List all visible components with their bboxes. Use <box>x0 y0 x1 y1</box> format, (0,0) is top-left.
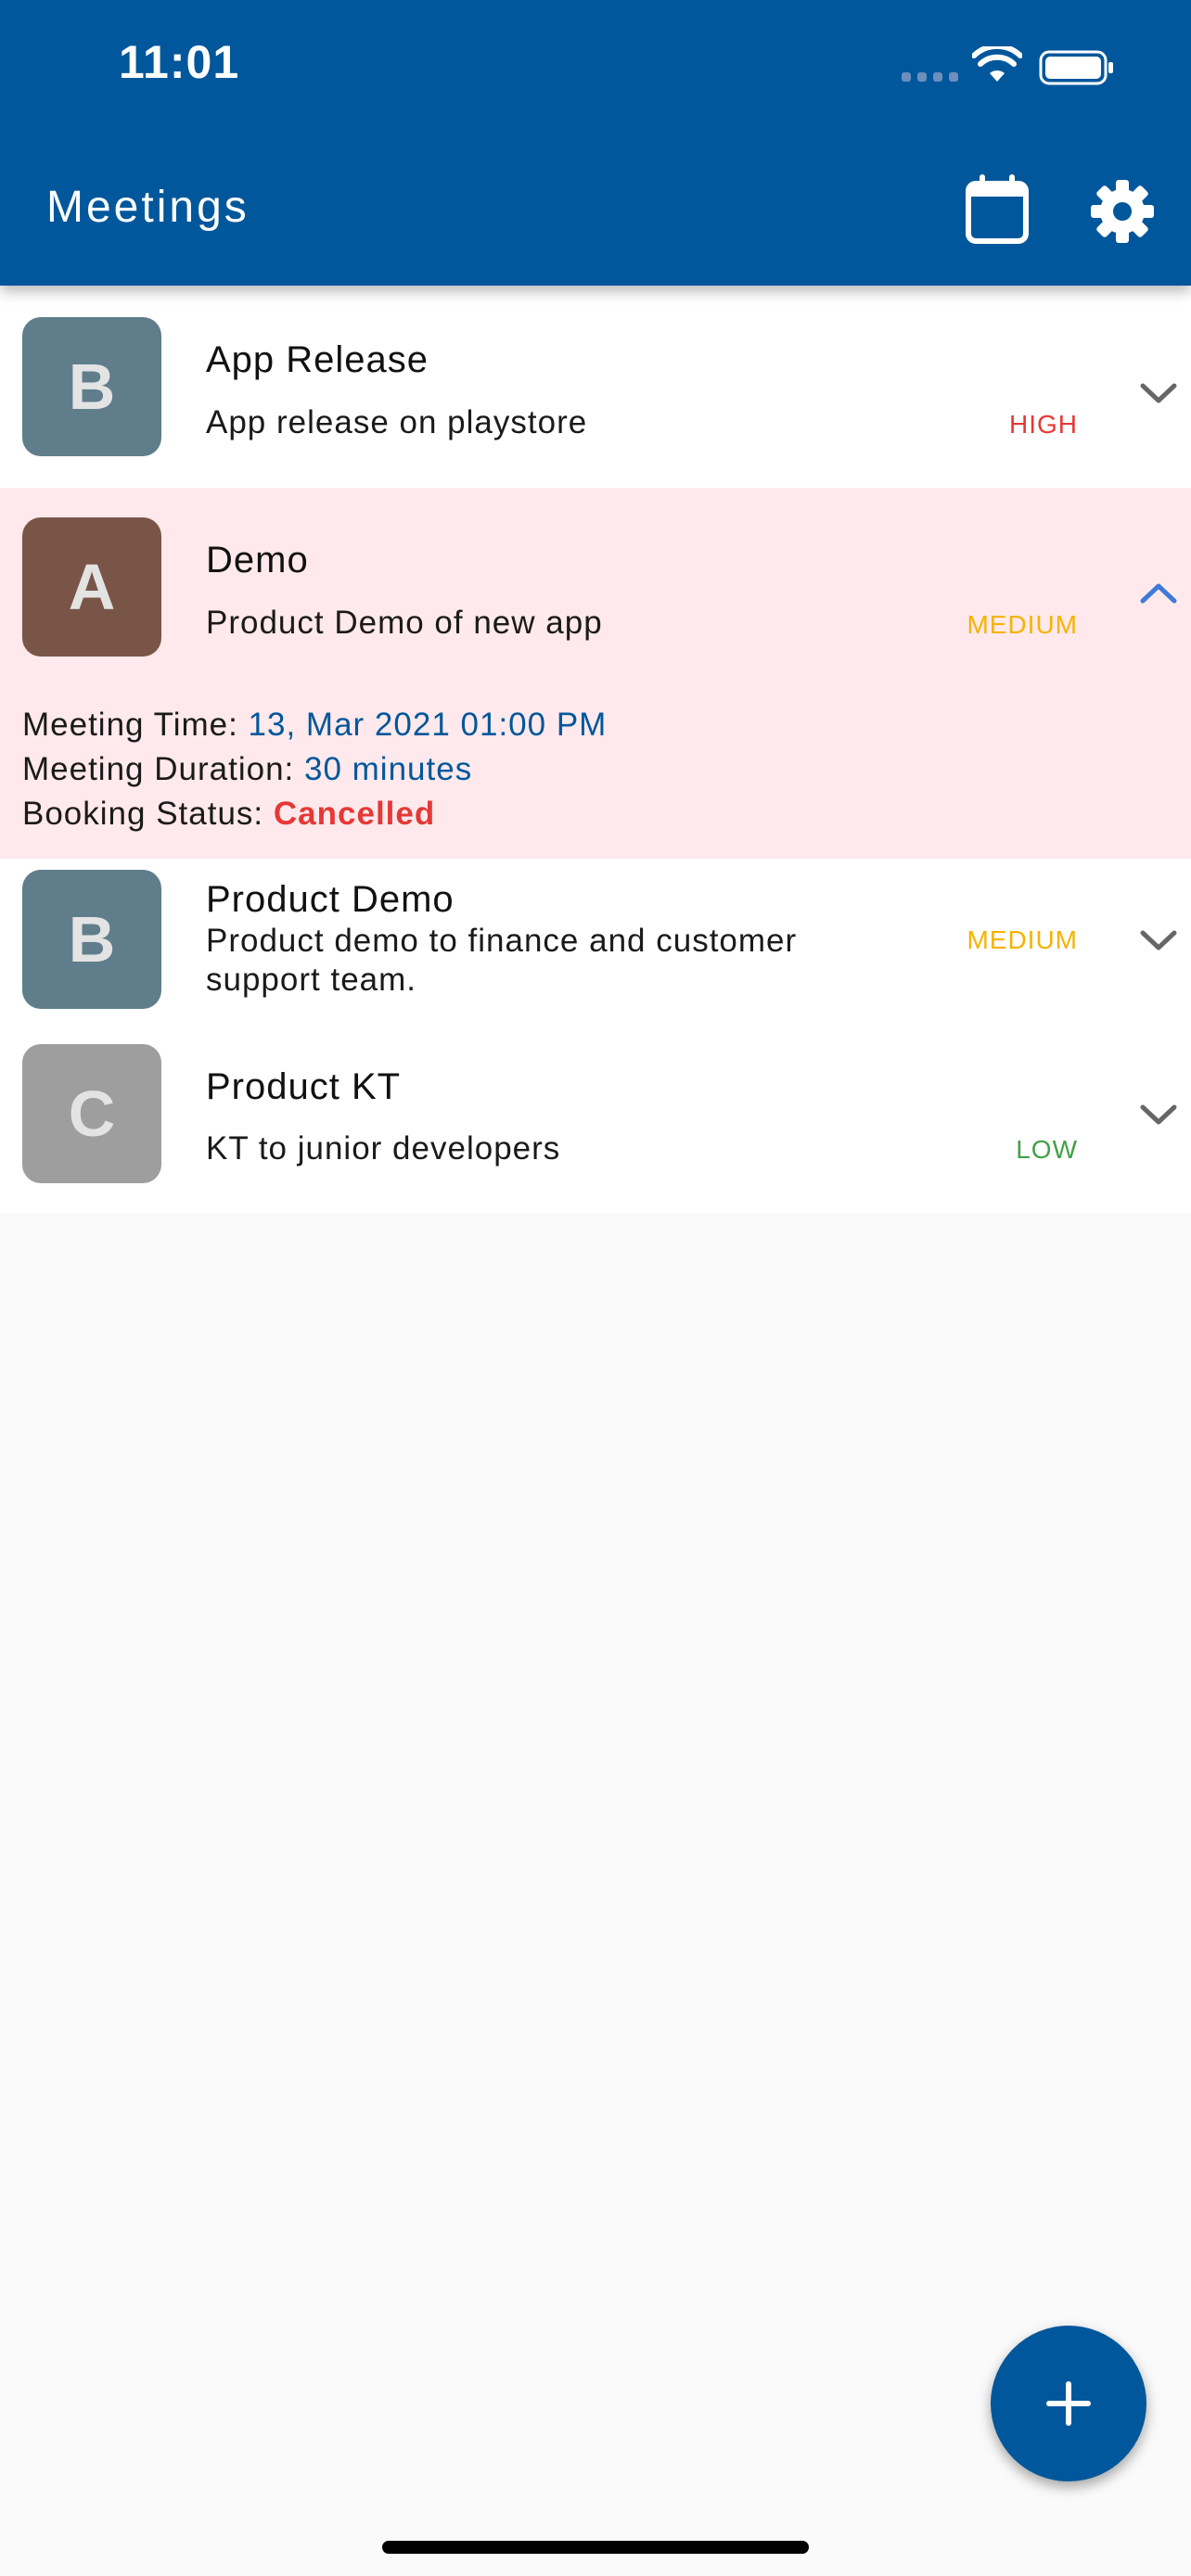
avatar: C <box>22 1044 161 1183</box>
priority-badge: MEDIUM <box>967 610 1078 639</box>
calendar-icon[interactable] <box>959 171 1035 247</box>
chevron-down-icon[interactable] <box>1135 925 1182 955</box>
meeting-description: KT to junior developers <box>206 1130 561 1167</box>
gear-icon[interactable] <box>1085 174 1159 249</box>
meeting-row-demo[interactable]: A Demo Product Demo of new app MEDIUM Me… <box>0 488 1191 859</box>
meeting-time-detail: Meeting Time: 13, Mar 2021 01:00 PM <box>22 707 607 744</box>
chevron-down-icon[interactable] <box>1135 378 1182 408</box>
meeting-duration-value: 30 minutes <box>304 751 473 787</box>
priority-badge: MEDIUM <box>967 925 1078 954</box>
cellular-signal-icon <box>902 72 959 82</box>
booking-status-label: Booking Status: <box>22 796 264 832</box>
avatar: B <box>22 870 161 1009</box>
meeting-title: Product Demo <box>206 879 455 920</box>
meeting-row-product-demo[interactable]: B Product Demo Product demo to finance a… <box>0 859 1191 1033</box>
page-title: Meetings <box>46 183 250 232</box>
meeting-row-product-kt[interactable]: C Product KT KT to junior developers LOW <box>0 1033 1191 1213</box>
wifi-icon <box>972 46 1022 82</box>
avatar: A <box>22 517 161 657</box>
meeting-time-value: 13, Mar 2021 01:00 PM <box>248 707 608 743</box>
plus-icon <box>1046 2381 1091 2426</box>
booking-status-value: Cancelled <box>273 796 436 832</box>
meeting-description: Product Demo of new app <box>206 605 603 641</box>
booking-status-detail: Booking Status: Cancelled <box>22 796 435 833</box>
meeting-duration-detail: Meeting Duration: 30 minutes <box>22 751 472 788</box>
avatar: B <box>22 317 161 456</box>
battery-icon <box>1039 50 1113 85</box>
chevron-down-icon[interactable] <box>1135 1100 1182 1129</box>
meeting-description: Product demo to finance and customer sup… <box>206 923 798 998</box>
add-meeting-button[interactable] <box>991 2326 1146 2481</box>
meeting-row-app-release[interactable]: B App Release App release on playstore H… <box>0 286 1191 488</box>
meeting-description: App release on playstore <box>206 404 588 440</box>
meeting-duration-label: Meeting Duration: <box>22 751 295 787</box>
chevron-up-icon[interactable] <box>1135 579 1182 608</box>
priority-badge: HIGH <box>1009 410 1078 439</box>
home-indicator <box>382 2541 809 2554</box>
priority-badge: LOW <box>1016 1135 1078 1164</box>
app-bar: 11:01 Meetings <box>0 0 1191 286</box>
meeting-title: Demo <box>206 540 309 580</box>
meeting-title: App Release <box>206 339 429 380</box>
meeting-title: Product KT <box>206 1066 402 1107</box>
meeting-time-label: Meeting Time: <box>22 707 238 743</box>
status-time: 11:01 <box>119 36 240 88</box>
